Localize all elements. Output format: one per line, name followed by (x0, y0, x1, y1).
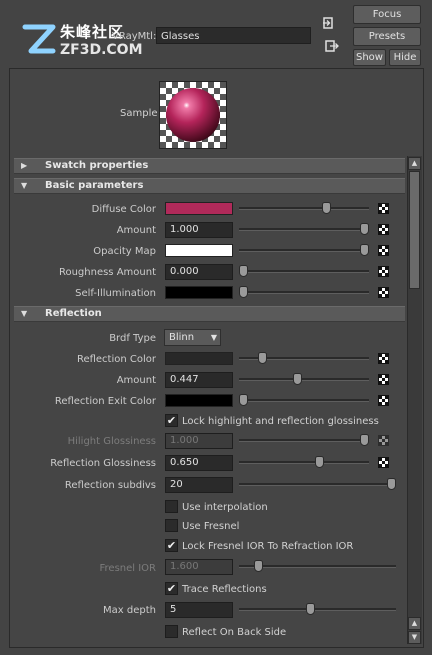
reflection-color-label: Reflection Color (76, 354, 156, 365)
hilight-glossiness-label: Hilight Glossiness (67, 436, 156, 447)
use-fresnel-checkbox[interactable] (165, 519, 178, 532)
slider-thumb[interactable] (315, 456, 325, 468)
reflection-subdivs-field[interactable]: 20 (165, 477, 233, 493)
lock-fresnel-ior-checkbox[interactable]: ✔ (165, 539, 178, 552)
slider-thumb[interactable] (258, 352, 268, 364)
self-illumination-swatch[interactable] (165, 286, 233, 299)
slider-thumb[interactable] (360, 434, 369, 446)
hide-button[interactable]: Hide (389, 49, 421, 66)
brdf-type-dropdown[interactable]: Blinn ▼ (164, 329, 221, 346)
reflection-glossiness-slider[interactable] (239, 461, 369, 464)
diffuse-color-swatch[interactable] (165, 202, 233, 215)
reflection-exit-color-slider[interactable] (239, 399, 369, 402)
self-illumination-slider[interactable] (239, 291, 369, 294)
lock-highlight-label: Lock highlight and reflection glossiness (182, 416, 379, 427)
slider-thumb[interactable] (305, 603, 315, 615)
self-illumination-label: Self-Illumination (75, 288, 156, 299)
material-sample-preview (159, 81, 227, 149)
watermark-logo: 朱峰社区 ZF3D.COM (22, 20, 143, 64)
presets-button[interactable]: Presets (353, 27, 421, 46)
reflection-subdivs-label: Reflection subdivs (64, 480, 156, 491)
hilight-glossiness-field[interactable]: 1.000 (165, 433, 233, 449)
slider-thumb[interactable] (239, 286, 248, 298)
reflection-amount-map-button[interactable] (378, 374, 389, 385)
use-interpolation-checkbox[interactable] (165, 500, 178, 513)
section-swatch-properties[interactable]: ▶ Swatch properties (14, 158, 405, 174)
input-connection-icon[interactable] (323, 17, 337, 29)
reflection-glossiness-label: Reflection Glossiness (50, 458, 156, 469)
self-illumination-map-button[interactable] (378, 287, 389, 298)
reflection-amount-slider[interactable] (239, 378, 369, 381)
roughness-amount-slider[interactable] (239, 270, 369, 273)
amount-map-button[interactable] (378, 224, 389, 235)
reflection-glossiness-map-button[interactable] (378, 457, 389, 468)
amount-slider[interactable] (239, 228, 369, 231)
output-connection-icon[interactable] (325, 40, 339, 52)
scrollbar-thumb[interactable] (409, 171, 420, 289)
reflection-glossiness-field[interactable]: 0.650 (165, 455, 233, 471)
reflection-exit-color-label: Reflection Exit Color (54, 396, 156, 407)
slider-thumb[interactable] (239, 394, 248, 406)
brdf-type-label: Brdf Type (109, 333, 156, 344)
max-depth-label: Max depth (103, 605, 156, 616)
slider-thumb[interactable] (239, 265, 248, 277)
reflect-back-side-checkbox[interactable] (165, 625, 178, 638)
reflection-exit-map-button[interactable] (378, 395, 389, 406)
amount-label: Amount (116, 225, 156, 236)
roughness-amount-label: Roughness Amount (58, 267, 156, 278)
expanded-arrow-icon: ▼ (21, 309, 28, 318)
material-type-label: VRayMtl: (112, 31, 157, 42)
diffuse-map-button[interactable] (378, 203, 389, 214)
slider-thumb[interactable] (293, 373, 303, 385)
collapsed-arrow-icon: ▶ (21, 161, 28, 170)
show-button[interactable]: Show (353, 49, 386, 66)
trace-reflections-label: Trace Reflections (182, 584, 267, 595)
reflection-amount-label: Amount (116, 375, 156, 386)
section-basic-parameters[interactable]: ▼ Basic parameters (14, 178, 405, 194)
use-fresnel-label: Use Fresnel (182, 521, 240, 532)
slider-thumb[interactable] (253, 560, 263, 572)
trace-reflections-checkbox[interactable]: ✔ (165, 582, 178, 595)
material-name-field[interactable]: Glasses (156, 27, 311, 44)
chevron-down-icon: ▼ (210, 333, 217, 342)
roughness-amount-field[interactable]: 0.000 (165, 264, 233, 280)
slider-thumb[interactable] (360, 223, 369, 235)
focus-button[interactable]: Focus (353, 5, 421, 24)
reflect-back-side-label: Reflect On Back Side (182, 627, 287, 638)
opacity-map-label: Opacity Map (93, 246, 156, 257)
opacity-map-swatch[interactable] (165, 244, 233, 257)
use-interpolation-label: Use interpolation (182, 502, 268, 513)
opacity-map-slider[interactable] (239, 249, 369, 252)
slider-thumb[interactable] (360, 244, 369, 256)
fresnel-ior-field[interactable]: 1.600 (165, 559, 233, 575)
reflection-subdivs-slider[interactable] (239, 483, 396, 486)
hilight-glossiness-slider[interactable] (239, 439, 369, 442)
amount-field[interactable]: 1.000 (165, 222, 233, 238)
fresnel-ior-label: Fresnel IOR (99, 563, 157, 574)
expanded-arrow-icon: ▼ (21, 181, 28, 190)
scroll-down-arrow-icon[interactable]: ▼ (408, 631, 421, 644)
max-depth-field[interactable]: 5 (165, 602, 233, 618)
section-reflection[interactable]: ▼ Reflection (14, 306, 405, 322)
opacity-map-button[interactable] (378, 245, 389, 256)
max-depth-slider[interactable] (239, 608, 396, 611)
reflection-color-swatch[interactable] (165, 352, 233, 365)
reflection-exit-color-swatch[interactable] (165, 394, 233, 407)
roughness-map-button[interactable] (378, 266, 389, 277)
zf3d-logo-icon (22, 24, 56, 54)
reflection-amount-field[interactable]: 0.447 (165, 372, 233, 388)
sample-label: Sample (120, 108, 158, 119)
lock-highlight-checkbox[interactable]: ✔ (165, 414, 178, 427)
watermark-en-text: ZF3D.COM (60, 42, 143, 58)
hilight-glossiness-map-button[interactable] (378, 435, 389, 446)
diffuse-color-slider[interactable] (239, 207, 369, 210)
diffuse-color-label: Diffuse Color (91, 204, 156, 215)
reflection-color-map-button[interactable] (378, 353, 389, 364)
brdf-type-value: Blinn (169, 332, 195, 343)
scroll-up-arrow-icon[interactable]: ▲ (408, 157, 421, 170)
lock-fresnel-ior-label: Lock Fresnel IOR To Refraction IOR (182, 541, 354, 552)
slider-thumb[interactable] (387, 478, 396, 490)
scroll-up-arrow-icon[interactable]: ▲ (408, 617, 421, 630)
